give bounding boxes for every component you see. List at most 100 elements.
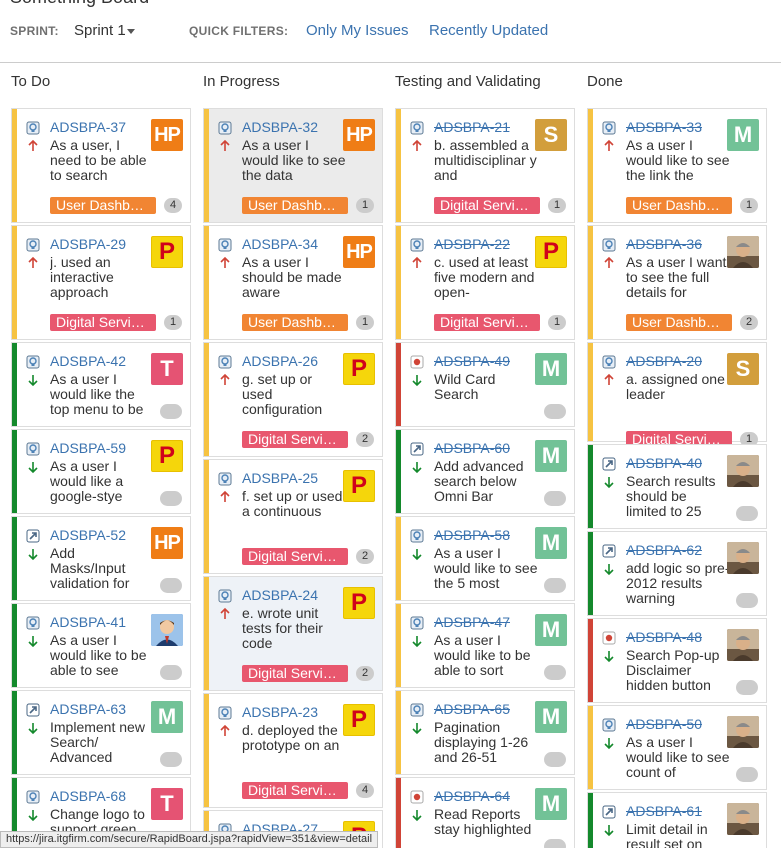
card-grabber[interactable] <box>396 430 401 513</box>
issue-key-link[interactable]: ADSBPA-64 <box>434 788 510 804</box>
issue-key-link[interactable]: ADSBPA-37 <box>50 119 126 135</box>
issue-key-link[interactable]: ADSBPA-60 <box>434 440 510 456</box>
issue-key-link[interactable]: ADSBPA-42 <box>50 353 126 369</box>
card-grabber[interactable] <box>12 343 17 426</box>
card-grabber[interactable] <box>12 691 17 774</box>
issue-key-link[interactable]: ADSBPA-49 <box>434 353 510 369</box>
card-grabber[interactable] <box>588 226 593 339</box>
issue-card[interactable]: ADSBPA-48 Search Pop-up Disclaimer hidden… <box>587 618 767 703</box>
issue-key-link[interactable]: ADSBPA-58 <box>434 527 510 543</box>
avatar-m[interactable]: M <box>535 614 567 646</box>
card-grabber[interactable] <box>204 226 209 339</box>
avatar-s[interactable]: S <box>535 119 567 151</box>
avatar-photo[interactable] <box>727 629 759 661</box>
issue-card[interactable]: ADSBPA-59 As a user I would like a google… <box>11 429 191 514</box>
card-grabber[interactable] <box>204 577 209 690</box>
issue-key-link[interactable]: ADSBPA-21 <box>434 119 510 135</box>
issue-key-link[interactable]: ADSBPA-65 <box>434 701 510 717</box>
issue-card[interactable]: ADSBPA-37 As a user, I need to be able to… <box>11 108 191 223</box>
issue-card[interactable]: ADSBPA-26 g. set up or used configuration… <box>203 342 383 457</box>
issue-key-link[interactable]: ADSBPA-59 <box>50 440 126 456</box>
issue-card[interactable]: ADSBPA-33 As a user I would like to see t… <box>587 108 767 223</box>
filter-only-my-issues[interactable]: Only My Issues <box>306 22 409 39</box>
avatar-p[interactable]: P <box>343 353 375 385</box>
avatar-m[interactable]: M <box>535 788 567 820</box>
avatar-photo[interactable] <box>727 542 759 574</box>
epic-label[interactable]: Digital Servi… <box>242 665 348 682</box>
issue-card[interactable]: ADSBPA-60 Add advanced search below Omni … <box>395 429 575 514</box>
epic-label[interactable]: Digital Servi… <box>434 314 540 331</box>
issue-key-link[interactable]: ADSBPA-20 <box>626 353 702 369</box>
filter-recently-updated[interactable]: Recently Updated <box>429 22 548 39</box>
card-grabber[interactable] <box>12 109 17 222</box>
issue-card[interactable]: ADSBPA-42 As a user I would like the top … <box>11 342 191 427</box>
epic-label[interactable]: User Dashb… <box>50 197 156 214</box>
issue-card[interactable]: ADSBPA-40 Search results should be limite… <box>587 444 767 529</box>
avatar-m[interactable]: M <box>535 701 567 733</box>
card-grabber[interactable] <box>12 604 17 687</box>
avatar-hp[interactable]: HP <box>151 119 183 151</box>
card-grabber[interactable] <box>588 343 593 441</box>
card-grabber[interactable] <box>396 517 401 600</box>
avatar-user-icon[interactable] <box>151 614 183 646</box>
issue-card[interactable]: ADSBPA-24 e. wrote unit tests for their c… <box>203 576 383 691</box>
issue-key-link[interactable]: ADSBPA-68 <box>50 788 126 804</box>
card-grabber[interactable] <box>588 793 593 848</box>
avatar-s[interactable]: S <box>727 353 759 385</box>
epic-label[interactable]: User Dashb… <box>626 197 732 214</box>
card-grabber[interactable] <box>204 460 209 573</box>
issue-key-link[interactable]: ADSBPA-29 <box>50 236 126 252</box>
issue-card[interactable]: ADSBPA-21 b. assembled a multidisciplinar… <box>395 108 575 223</box>
issue-key-link[interactable]: ADSBPA-25 <box>242 470 318 486</box>
epic-label[interactable]: Digital Servi… <box>50 314 156 331</box>
card-grabber[interactable] <box>12 226 17 339</box>
card-grabber[interactable] <box>396 604 401 687</box>
avatar-t[interactable]: T <box>151 353 183 385</box>
avatar-t[interactable]: T <box>151 788 183 820</box>
epic-label[interactable]: Digital Servi… <box>242 431 348 448</box>
avatar-p[interactable]: P <box>343 587 375 619</box>
issue-key-link[interactable]: ADSBPA-61 <box>626 803 702 819</box>
avatar-photo[interactable] <box>727 803 759 835</box>
card-grabber[interactable] <box>588 706 593 789</box>
issue-card[interactable]: ADSBPA-65 Pagination displaying 1-26 and … <box>395 690 575 775</box>
epic-label[interactable]: User Dashb… <box>242 314 348 331</box>
issue-card[interactable]: ADSBPA-49 Wild Card Search M <box>395 342 575 427</box>
avatar-hp[interactable]: HP <box>151 527 183 559</box>
issue-key-link[interactable]: ADSBPA-52 <box>50 527 126 543</box>
issue-key-link[interactable]: ADSBPA-36 <box>626 236 702 252</box>
card-grabber[interactable] <box>204 694 209 807</box>
avatar-m[interactable]: M <box>535 353 567 385</box>
avatar-hp[interactable]: HP <box>343 119 375 151</box>
card-grabber[interactable] <box>396 691 401 774</box>
card-grabber[interactable] <box>396 109 401 222</box>
issue-card[interactable]: ADSBPA-20 a. assigned one leader S Digital … <box>587 342 767 448</box>
avatar-m[interactable]: M <box>535 440 567 472</box>
issue-card[interactable]: ADSBPA-29 j. used an interactive approach… <box>11 225 191 340</box>
card-grabber[interactable] <box>588 532 593 615</box>
issue-card[interactable]: ADSBPA-63 Implement new Search/ Advanced M <box>11 690 191 775</box>
avatar-p[interactable]: P <box>343 704 375 736</box>
card-grabber[interactable] <box>396 226 401 339</box>
card-grabber[interactable] <box>396 778 401 848</box>
issue-card[interactable]: ADSBPA-32 As a user I would like to see t… <box>203 108 383 223</box>
avatar-hp[interactable]: HP <box>343 236 375 268</box>
issue-card[interactable]: ADSBPA-41 As a user I would like to be ab… <box>11 603 191 688</box>
issue-key-link[interactable]: ADSBPA-24 <box>242 587 318 603</box>
issue-key-link[interactable]: ADSBPA-47 <box>434 614 510 630</box>
issue-key-link[interactable]: ADSBPA-63 <box>50 701 126 717</box>
issue-key-link[interactable]: ADSBPA-34 <box>242 236 318 252</box>
issue-key-link[interactable]: ADSBPA-48 <box>626 629 702 645</box>
avatar-m[interactable]: M <box>535 527 567 559</box>
issue-card[interactable]: ADSBPA-62 add logic so pre-2012 results w… <box>587 531 767 616</box>
card-grabber[interactable] <box>588 109 593 222</box>
epic-label[interactable]: User Dashb… <box>626 314 732 331</box>
card-grabber[interactable] <box>12 517 17 600</box>
avatar-m[interactable]: M <box>151 701 183 733</box>
avatar-photo[interactable] <box>727 455 759 487</box>
card-grabber[interactable] <box>396 343 401 426</box>
issue-card[interactable]: ADSBPA-52 Add Masks/Input validation for H… <box>11 516 191 601</box>
issue-key-link[interactable]: ADSBPA-32 <box>242 119 318 135</box>
sprint-select[interactable]: Sprint 1 <box>74 22 126 39</box>
card-grabber[interactable] <box>588 619 593 702</box>
